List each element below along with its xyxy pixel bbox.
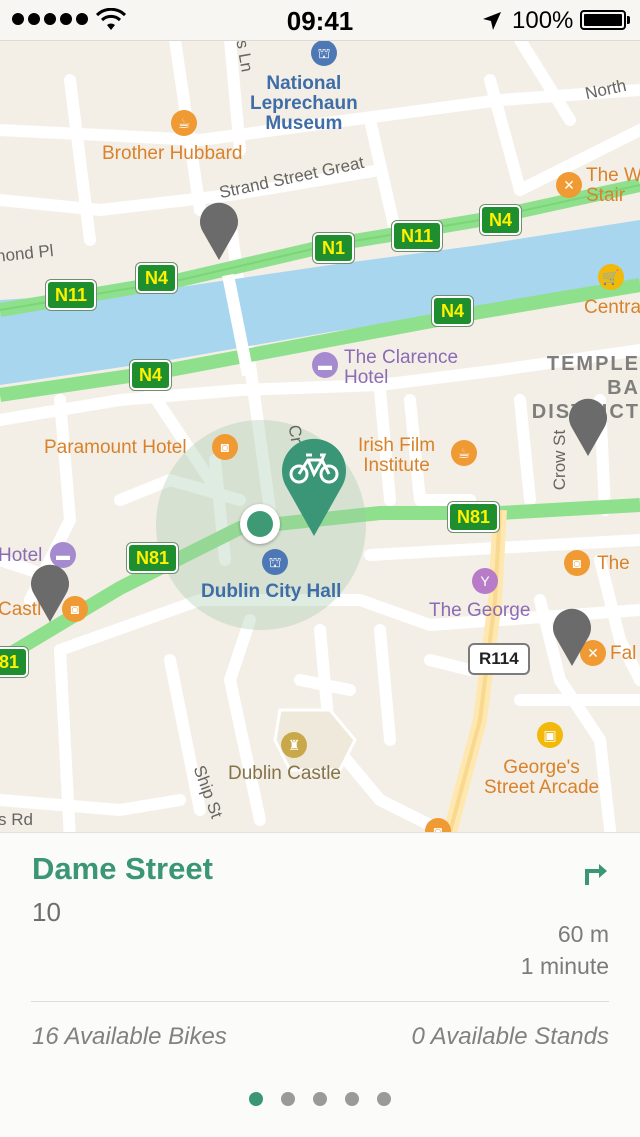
bike-station-pin[interactable] xyxy=(29,562,71,624)
road-shield-n4: N4 xyxy=(130,360,172,390)
pub-icon[interactable]: ◙ xyxy=(212,434,238,460)
station-number: 10 xyxy=(32,897,61,927)
directions-turn-right-icon[interactable] xyxy=(582,859,610,887)
road-shield-n4: N4 xyxy=(136,263,178,293)
available-stands: 0 Available Stands xyxy=(411,1023,609,1050)
label-paramount-hotel: Paramount Hotel xyxy=(44,437,187,458)
street-s-rd: s Rd xyxy=(0,810,33,829)
label-clarence-hotel: The Clarence Hotel xyxy=(344,347,459,388)
selected-bike-station-pin[interactable] xyxy=(280,436,348,538)
label-georges-arcade: George's Street Arcade xyxy=(484,757,600,798)
station-name: Dame Street xyxy=(32,851,213,886)
divider xyxy=(31,1001,609,1002)
bike-station-pin[interactable] xyxy=(567,396,609,458)
page-indicator[interactable] xyxy=(0,1092,640,1106)
museum-icon[interactable]: ⛫ xyxy=(311,40,337,66)
battery-percent: 100% xyxy=(512,7,574,34)
page-dot[interactable] xyxy=(313,1092,327,1106)
hotel-icon[interactable]: ▬ xyxy=(312,352,338,378)
walking-distance: 60 m xyxy=(557,921,609,947)
cafe-icon[interactable]: ☕ xyxy=(171,110,197,136)
shopping-bag-icon[interactable]: ▣ xyxy=(537,722,563,748)
road-shield-n81: 81 xyxy=(0,647,29,677)
road-shield-n11: N11 xyxy=(392,221,443,251)
restaurant-icon[interactable]: ✕ xyxy=(556,172,582,198)
road-shield-n4: N4 xyxy=(432,296,474,326)
battery-icon xyxy=(580,10,626,30)
road-shield-n11: N11 xyxy=(46,280,97,310)
bike-station-pin[interactable] xyxy=(551,606,593,668)
available-bikes: 16 Available Bikes xyxy=(32,1023,227,1050)
road-shield-n4: N4 xyxy=(480,205,522,235)
label-centra: Centra xyxy=(584,297,640,318)
road-shield-n81: N81 xyxy=(448,502,500,532)
label-dublin-city-hall: Dublin City Hall xyxy=(201,581,342,602)
page-dot[interactable] xyxy=(249,1092,263,1106)
label-the-w-stair: The W Stair xyxy=(586,165,640,206)
road-shield-r114: R114 xyxy=(468,643,530,675)
bike-station-pin[interactable] xyxy=(198,200,240,262)
location-arrow-icon xyxy=(483,12,501,30)
page-dot[interactable] xyxy=(281,1092,295,1106)
label-museum: National Leprechaun Museum xyxy=(250,73,358,134)
castle-icon[interactable]: ♜ xyxy=(281,732,307,758)
walking-duration: 1 minute xyxy=(520,953,609,979)
cafe-icon[interactable]: ☕ xyxy=(451,440,477,466)
current-location-dot xyxy=(240,504,280,544)
label-irish-film-institute: Irish Film Institute xyxy=(358,435,436,476)
station-detail-card[interactable]: Dame Street 10 60 m 1 minute 16 Availabl… xyxy=(0,832,640,1137)
label-the: The xyxy=(597,553,630,574)
road-shield-n81: N81 xyxy=(127,543,179,573)
status-bar: 09:41 100% xyxy=(0,0,640,41)
label-brother-hubbard: Brother Hubbard xyxy=(102,143,243,164)
label-the-george: The George xyxy=(429,600,531,621)
label-dublin-castle: Dublin Castle xyxy=(228,763,341,784)
shopping-cart-icon[interactable]: 🛒 xyxy=(598,264,624,290)
bar-icon[interactable]: Y xyxy=(472,568,498,594)
label-fal: Fal xyxy=(610,643,637,664)
page-dot[interactable] xyxy=(377,1092,391,1106)
pub-icon[interactable]: ◙ xyxy=(564,550,590,576)
page-dot[interactable] xyxy=(345,1092,359,1106)
map-view[interactable]: ⛫ ☕ ✕ 🛒 ▬ ◙ ☕ ⛫ ▬ ◙ Y ◙ ✕ ▣ ♜ ◙ National… xyxy=(0,40,640,832)
road-shield-n1: N1 xyxy=(313,233,355,263)
city-hall-icon[interactable]: ⛫ xyxy=(262,549,288,575)
